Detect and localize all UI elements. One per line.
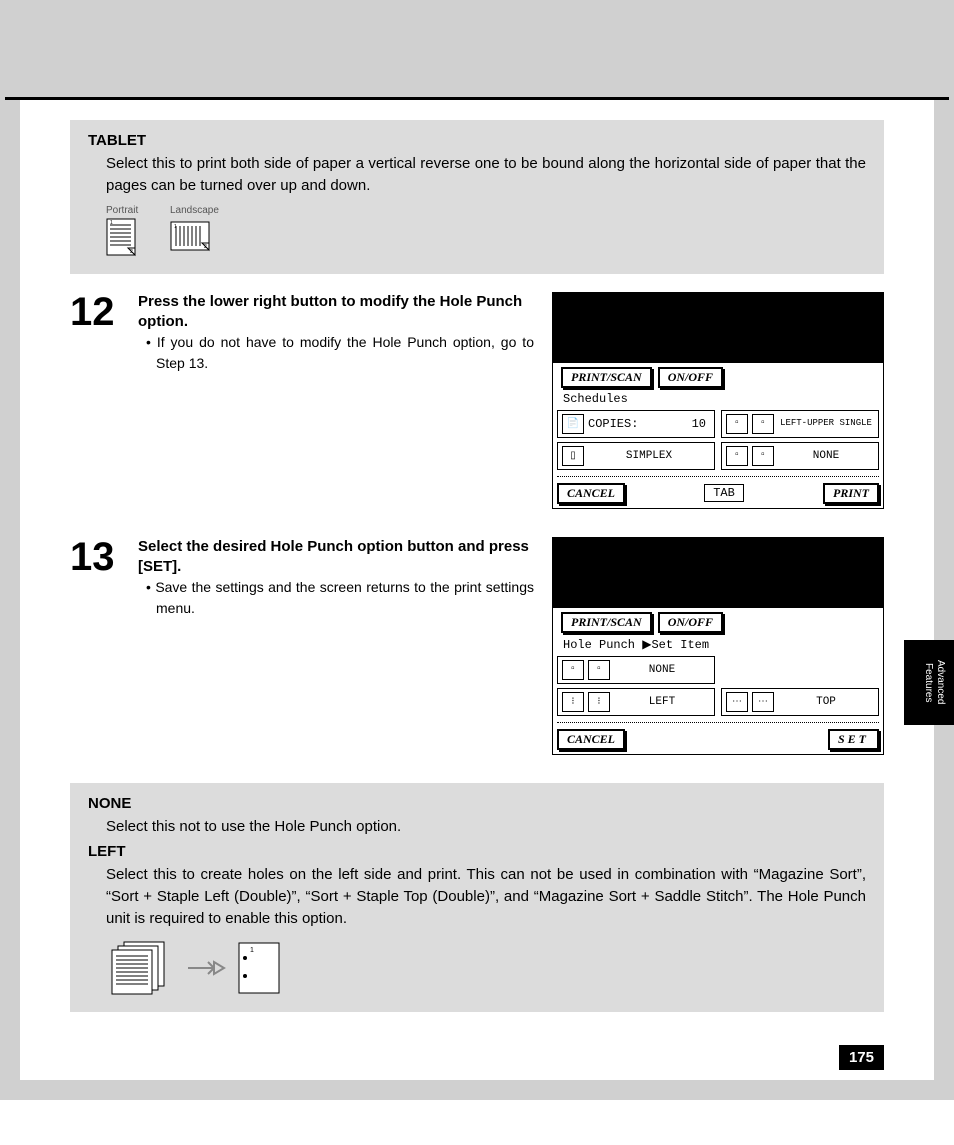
set-button[interactable]: SET (828, 729, 879, 750)
section-tab: Advanced Features (904, 640, 954, 725)
on-off-button-2[interactable]: ON/OFF (658, 612, 723, 633)
tab-button[interactable]: TAB (704, 484, 744, 502)
top-icon-2: ⋯ (752, 692, 774, 712)
punch-none-cell[interactable]: ▫ ▫ NONE (721, 442, 879, 470)
cancel-button[interactable]: CANCEL (557, 483, 625, 504)
screen-schedules: PRINT/SCAN ON/OFF Schedules 📄 COPIES: 10… (552, 292, 884, 509)
step-13-title: Select the desired Hole Punch option but… (138, 537, 534, 578)
landscape-label: Landscape (170, 205, 219, 216)
none-icon-1: ▫ (562, 660, 584, 680)
step-12-title: Press the lower right button to modify t… (138, 292, 534, 333)
svg-text:1: 1 (250, 947, 254, 954)
screen-hole-punch: PRINT/SCAN ON/OFF Hole Punch ▶Set Item ▫… (552, 537, 884, 755)
print-button[interactable]: PRINT (823, 483, 879, 504)
staple-cell[interactable]: ▫ ▫ LEFT-UPPER SINGLE (721, 410, 879, 438)
landscape-icon: 12 (170, 218, 214, 256)
pages-stack-icon (106, 938, 176, 998)
svg-text:2: 2 (130, 249, 133, 255)
none-body: Select this not to use the Hole Punch op… (106, 816, 866, 838)
schedules-label: Schedules (563, 392, 879, 406)
none-icon-2: ▫ (588, 660, 610, 680)
step-13-number: 13 (70, 537, 128, 620)
simplex-icon: ▯ (562, 446, 584, 466)
on-off-button[interactable]: ON/OFF (658, 367, 723, 388)
step-12-bullet: If you do not have to modify the Hole Pu… (156, 332, 534, 374)
tablet-heading: TABLET (88, 132, 866, 149)
cancel-button-2[interactable]: CANCEL (557, 729, 625, 750)
top-cell[interactable]: ⋯ ⋯ TOP (721, 688, 879, 716)
svg-text:1: 1 (110, 220, 113, 226)
punched-page-icon: 1 (236, 940, 282, 996)
punch-icon-1: ▫ (726, 446, 748, 466)
punch-icon-2: ▫ (752, 446, 774, 466)
left-heading: LEFT (88, 843, 866, 860)
step-13-bullet: Save the settings and the screen returns… (156, 577, 534, 619)
svg-text:1: 1 (174, 224, 177, 230)
left-body: Select this to create holes on the left … (106, 864, 866, 929)
copies-cell[interactable]: 📄 COPIES: 10 (557, 410, 715, 438)
left-cell[interactable]: ⁝ ⁝ LEFT (557, 688, 715, 716)
simplex-cell[interactable]: ▯ SIMPLEX (557, 442, 715, 470)
none-cell[interactable]: ▫ ▫ NONE (557, 656, 715, 684)
left-icon-1: ⁝ (562, 692, 584, 712)
tablet-body: Select this to print both side of paper … (106, 153, 866, 197)
none-heading: NONE (88, 795, 866, 812)
options-box: NONE Select this not to use the Hole Pun… (70, 783, 884, 1012)
top-icon-1: ⋯ (726, 692, 748, 712)
portrait-label: Portrait (106, 205, 138, 216)
svg-text:2: 2 (204, 244, 207, 250)
hole-punch-label: Hole Punch ▶Set Item (563, 637, 879, 652)
step-12-number: 12 (70, 292, 128, 375)
staple-icon-2: ▫ (752, 414, 774, 434)
left-icon-2: ⁝ (588, 692, 610, 712)
arrow-icon (186, 958, 226, 978)
print-scan-button-2[interactable]: PRINT/SCAN (561, 612, 652, 633)
print-scan-button[interactable]: PRINT/SCAN (561, 367, 652, 388)
page-number: 175 (839, 1045, 884, 1070)
tablet-box: TABLET Select this to print both side of… (70, 120, 884, 274)
staple-icon-1: ▫ (726, 414, 748, 434)
copies-icon: 📄 (562, 414, 584, 434)
portrait-icon: 12 (106, 218, 140, 260)
